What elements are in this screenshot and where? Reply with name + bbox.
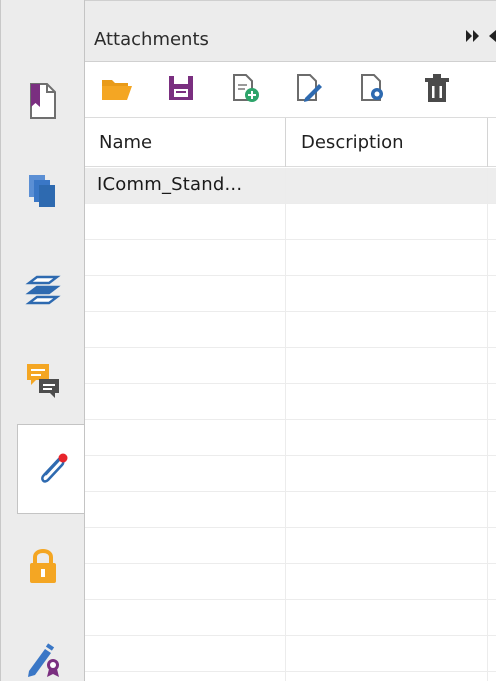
sidebar-item-signatures[interactable] — [1, 612, 85, 681]
table-row[interactable]: IComm_Stand... — [85, 168, 496, 204]
open-button[interactable] — [97, 70, 137, 110]
edit-file-icon — [293, 72, 325, 108]
column-divider[interactable] — [285, 118, 286, 167]
table-row-empty — [85, 384, 496, 420]
edit-attachment-button[interactable] — [289, 70, 329, 110]
sidebar-rail — [0, 0, 85, 681]
floppy-disk-icon — [166, 73, 196, 107]
table-row-empty — [85, 276, 496, 312]
comments-icon — [23, 359, 63, 399]
table-row-empty — [85, 600, 496, 636]
table-row-empty — [85, 348, 496, 384]
sidebar-item-attachments[interactable] — [17, 424, 85, 514]
grid-line — [487, 168, 488, 681]
column-divider[interactable] — [487, 118, 488, 167]
save-button[interactable] — [161, 70, 201, 110]
folder-open-icon — [100, 74, 134, 106]
sidebar-item-layers[interactable] — [1, 246, 85, 336]
copy-pages-icon — [25, 171, 61, 211]
column-header-name[interactable]: Name — [99, 118, 152, 167]
panel-header: Attachments — [85, 0, 496, 62]
page-bookmark-icon — [25, 81, 61, 121]
file-settings-icon — [357, 72, 389, 108]
sidebar-item-thumbnails[interactable] — [1, 146, 85, 236]
table-row-empty — [85, 312, 496, 348]
attachments-toolbar — [85, 62, 496, 118]
table-row-empty — [85, 240, 496, 276]
layers-icon — [23, 271, 63, 311]
table-row-empty — [85, 528, 496, 564]
grid-line — [285, 168, 286, 681]
double-arrow-right-icon[interactable] — [465, 27, 481, 49]
sidebar-item-pages[interactable] — [1, 56, 85, 146]
delete-attachment-button[interactable] — [417, 70, 457, 110]
pen-certificate-icon — [23, 635, 63, 679]
table-row-empty — [85, 636, 496, 672]
paperclip-icon — [32, 449, 72, 489]
add-file-icon — [229, 72, 261, 108]
header-controls — [465, 27, 496, 49]
attachment-name-cell[interactable]: IComm_Stand... — [97, 174, 242, 195]
attachments-table-body: IComm_Stand... — [85, 168, 496, 681]
table-row-empty — [85, 456, 496, 492]
attachments-panel: Attachments Name Description IComm_Stand… — [84, 0, 496, 681]
table-row-empty — [85, 492, 496, 528]
attachment-properties-button[interactable] — [353, 70, 393, 110]
add-attachment-button[interactable] — [225, 70, 265, 110]
table-row-empty — [85, 420, 496, 456]
table-row-empty — [85, 204, 496, 240]
sidebar-item-security[interactable] — [1, 520, 85, 610]
lock-icon — [23, 543, 63, 587]
sidebar-item-comments[interactable] — [1, 334, 85, 424]
table-row-empty — [85, 564, 496, 600]
panel-title: Attachments — [94, 29, 209, 50]
trash-icon — [422, 72, 452, 108]
table-header: Name Description — [85, 118, 496, 167]
arrow-left-icon[interactable] — [485, 27, 496, 49]
column-header-description[interactable]: Description — [301, 118, 404, 167]
